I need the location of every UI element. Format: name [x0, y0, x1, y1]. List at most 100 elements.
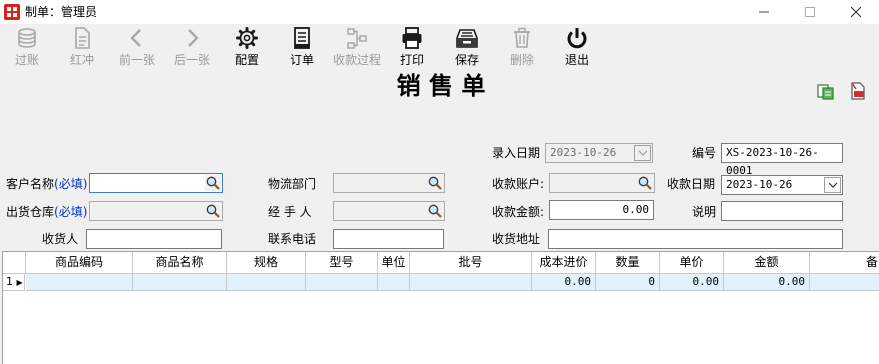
- column-header[interactable]: 商品编码: [26, 252, 133, 274]
- receipt-date-field[interactable]: 2023-10-26: [721, 175, 843, 195]
- order-button[interactable]: 订单: [274, 26, 330, 70]
- current-row-marker-icon: ▶: [16, 278, 23, 287]
- table-cell[interactable]: [410, 274, 532, 291]
- post-button[interactable]: 过账: [0, 26, 55, 70]
- printer-icon: [402, 27, 422, 49]
- save-tray-icon: [456, 29, 478, 48]
- column-header[interactable]: 单位: [378, 252, 410, 274]
- note-label: 说明: [692, 205, 717, 219]
- table-cell[interactable]: 0.00: [532, 274, 596, 291]
- required-mark: (必填): [54, 205, 88, 219]
- search-icon[interactable]: [427, 175, 443, 191]
- red-reverse-button[interactable]: 红冲: [54, 26, 110, 70]
- close-button[interactable]: [833, 0, 879, 24]
- column-header[interactable]: 型号: [306, 252, 378, 274]
- customer-field[interactable]: [89, 173, 223, 193]
- column-header[interactable]: 成本进价: [532, 252, 596, 274]
- maximize-button[interactable]: [787, 0, 833, 24]
- phone-field[interactable]: [333, 229, 444, 249]
- table-cell[interactable]: 0: [596, 274, 660, 291]
- red-reverse-label: 红冲: [69, 53, 94, 67]
- logistics-field[interactable]: [333, 173, 445, 193]
- config-label: 配置: [234, 53, 259, 67]
- title-bar: 制单：管理员: [0, 0, 879, 24]
- table-cell[interactable]: [378, 274, 410, 291]
- table-cell[interactable]: [26, 274, 133, 291]
- coins-icon: [18, 28, 36, 48]
- number-field[interactable]: XS-2023-10-26-0001: [721, 143, 843, 177]
- app-grid-icon: [4, 4, 20, 20]
- receipt-process-label: 收款过程: [332, 53, 381, 67]
- chevron-right-icon: [188, 29, 199, 47]
- phone-label: 联系电话: [268, 232, 317, 246]
- previous-label: 前一张: [118, 53, 155, 67]
- receipt-amount-label: 收款金额:: [492, 205, 545, 219]
- save-button[interactable]: 保存: [439, 26, 495, 70]
- post-label: 过账: [14, 53, 39, 67]
- receipt-date-label: 收款日期: [667, 177, 716, 191]
- export-pdf-icon[interactable]: [849, 82, 867, 100]
- warehouse-field[interactable]: [89, 201, 223, 221]
- number-label: 编号: [692, 146, 717, 160]
- warehouse-label: 出货仓库(必填): [6, 205, 88, 219]
- table-cell[interactable]: [306, 274, 378, 291]
- table-cell[interactable]: [810, 274, 879, 291]
- receiver-field[interactable]: [86, 229, 222, 249]
- receipt-date-dropdown[interactable]: [824, 177, 841, 193]
- search-icon[interactable]: [205, 203, 221, 219]
- receipt-amount-field[interactable]: 0.00: [549, 200, 654, 220]
- logistics-label: 物流部门: [268, 177, 317, 191]
- search-icon[interactable]: [205, 175, 221, 191]
- power-icon: [567, 28, 587, 49]
- handler-field[interactable]: [333, 201, 445, 221]
- row-header[interactable]: 1 ▶: [3, 274, 25, 291]
- receipt-process-button[interactable]: 收款过程: [329, 26, 385, 70]
- table-cell[interactable]: 0.00: [660, 274, 724, 291]
- column-header[interactable]: 商品名称: [133, 252, 227, 274]
- save-label: 保存: [454, 53, 479, 67]
- handler-label: 经 手 人: [268, 205, 312, 219]
- document-title: 销 售 单: [396, 71, 486, 100]
- toolbar: 过账 红冲 前一张 后一张 配置 订单 收款过程 打印 保存 删除 退出: [0, 24, 879, 70]
- previous-button[interactable]: 前一张: [109, 26, 165, 70]
- column-header[interactable]: 数量: [596, 252, 660, 274]
- table-cell[interactable]: 0.00: [724, 274, 810, 291]
- column-header[interactable]: 金额: [724, 252, 810, 274]
- print-button[interactable]: 打印: [384, 26, 440, 70]
- close-icon: [851, 7, 861, 17]
- column-header[interactable]: 批号: [410, 252, 532, 274]
- address-field[interactable]: [548, 229, 843, 249]
- delete-button[interactable]: 删除: [494, 26, 550, 70]
- table-cell[interactable]: [133, 274, 227, 291]
- minimize-icon: [759, 11, 769, 13]
- customer-label: 客户名称(必填): [6, 177, 88, 191]
- column-header[interactable]: 备: [810, 252, 879, 274]
- copy-document-icon[interactable]: [817, 82, 835, 100]
- flow-icon: [347, 28, 367, 49]
- chevron-down-icon: [638, 150, 648, 156]
- trash-icon: [514, 27, 530, 48]
- gear-icon: [236, 27, 258, 49]
- items-grid[interactable]: 商品编码 商品名称 规格 型号 单位 批号 成本进价 数量 单价 金额 备 1 …: [2, 251, 879, 364]
- next-button[interactable]: 后一张: [164, 26, 220, 70]
- table-cell[interactable]: [227, 274, 306, 291]
- entry-date-value: 2023-10-26: [550, 146, 617, 159]
- entry-date-field: 2023-10-26: [545, 143, 653, 163]
- minimize-button[interactable]: [741, 0, 787, 24]
- order-label: 订单: [289, 53, 314, 67]
- row-header-corner: [3, 252, 26, 274]
- maximize-icon: [805, 7, 815, 17]
- note-field[interactable]: [721, 201, 843, 221]
- exit-label: 退出: [564, 53, 589, 67]
- search-icon[interactable]: [427, 203, 443, 219]
- config-button[interactable]: 配置: [219, 26, 275, 70]
- next-label: 后一张: [173, 53, 210, 67]
- chevron-down-icon: [828, 182, 838, 188]
- receiver-label: 收货人: [42, 232, 79, 246]
- search-icon[interactable]: [637, 175, 653, 191]
- receipt-account-field[interactable]: [549, 173, 655, 193]
- column-header[interactable]: 单价: [660, 252, 724, 274]
- column-header[interactable]: 规格: [227, 252, 306, 274]
- exit-button[interactable]: 退出: [549, 26, 605, 70]
- required-mark: (必填): [54, 177, 88, 191]
